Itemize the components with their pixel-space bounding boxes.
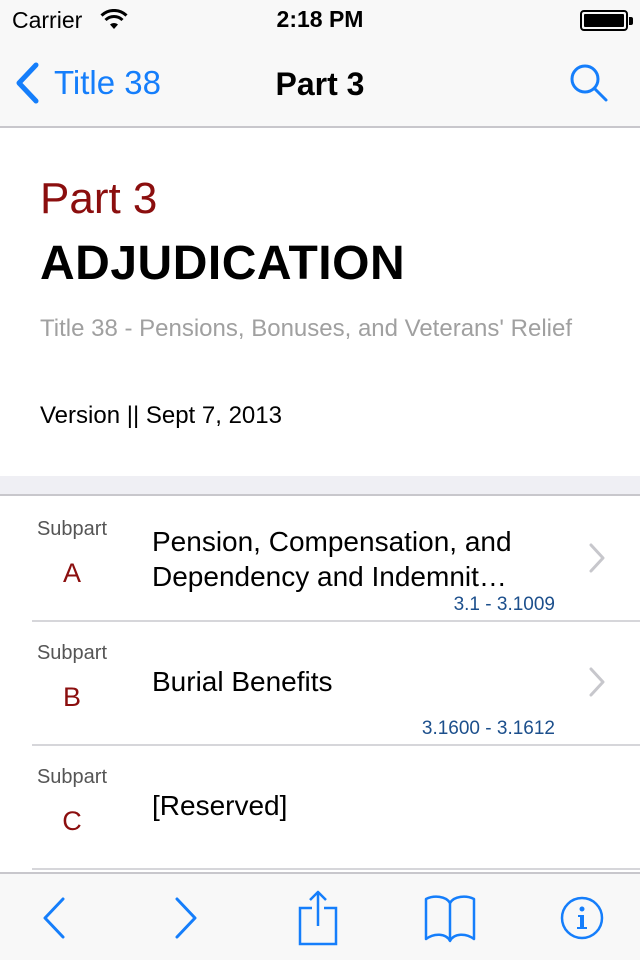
subpart-list: Subpart A Pension, Compensation, and Dep… [0,498,640,870]
title-description: Title 38 - Pensions, Bonuses, and Vetera… [40,315,572,342]
chevron-right-icon [589,667,605,697]
navigation-bar: Title 38 Part 3 [0,40,640,128]
part-header: Part 3 ADJUDICATION Title 38 - Pensions,… [0,130,640,476]
nav-title: Part 3 [275,66,365,102]
status-bar: Carrier 2:18 PM [0,0,640,40]
previous-button[interactable] [24,888,84,948]
clock: 2:18 PM [276,6,364,32]
back-button-label: Title 38 [54,64,161,101]
info-button[interactable] [552,888,612,948]
subpart-title: Pension, Compensation, and Dependency an… [152,526,512,592]
section-range: 3.1 - 3.1009 [453,594,555,615]
chevron-left-icon [16,62,39,104]
subpart-row-a[interactable]: Subpart A Pension, Compensation, and Dep… [0,498,640,622]
subpart-label: Subpart [36,766,108,788]
subpart-title: [Reserved] [152,790,288,821]
chevron-right-icon [175,897,197,939]
subpart-row-b[interactable]: Subpart B Burial Benefits 3.1600 - 3.161… [0,622,640,746]
subpart-label: Subpart [36,642,108,664]
version-label: Version || Sept 7, 2013 [40,402,282,429]
chevron-left-icon [43,897,65,939]
subpart-letter: B [62,682,81,712]
subpart-letter: A [62,558,81,588]
subpart-letter: C [62,806,82,836]
chevron-right-icon [589,543,605,573]
part-label: Part 3 [40,174,158,223]
battery-icon [580,10,633,31]
info-icon [560,896,604,940]
section-range: 3.1600 - 3.1612 [421,718,555,739]
book-icon [424,895,476,943]
search-icon[interactable] [568,62,610,104]
subpart-row-c[interactable]: Subpart C [Reserved] [0,746,640,870]
share-icon [298,890,338,946]
share-button[interactable] [288,888,348,948]
row-divider [32,868,640,870]
subpart-title: Burial Benefits [152,666,333,697]
part-name: ADJUDICATION [40,237,406,290]
next-button[interactable] [156,888,216,948]
back-button[interactable]: Title 38 [14,60,161,106]
bottom-toolbar [0,872,640,960]
bookmarks-button[interactable] [420,888,480,948]
subpart-label: Subpart [36,518,108,540]
section-separator [0,476,640,496]
